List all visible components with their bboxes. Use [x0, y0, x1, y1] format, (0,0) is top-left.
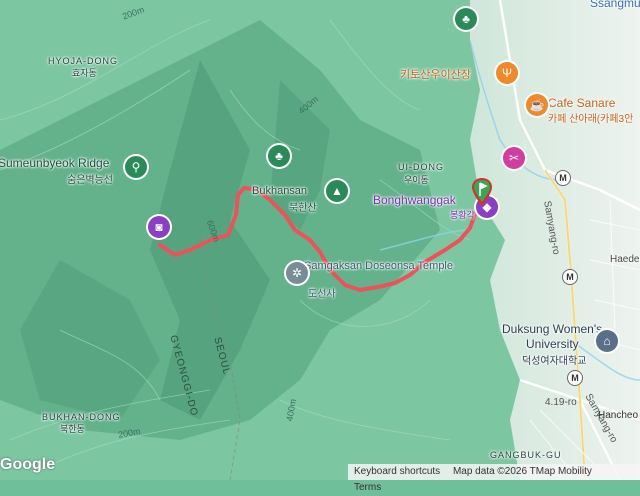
terms-link[interactable]: Terms: [354, 482, 381, 493]
place-label-bukhansan: Bukhansan: [252, 185, 308, 197]
mountain-icon[interactable]: ▲: [326, 180, 348, 202]
place-label-haedeung: Haedeu: [610, 254, 640, 265]
camera-icon[interactable]: ◙: [148, 216, 170, 238]
place-label-gangbuk-gu: GANGBUK-GU: [490, 450, 562, 460]
keyboard-shortcuts-link[interactable]: Keyboard shortcuts: [354, 466, 440, 477]
place-label-hyoja: HYOJA-DONG: [48, 56, 119, 66]
metro-icon[interactable]: M: [556, 171, 570, 185]
hiking-icon[interactable]: ⚲: [125, 156, 147, 178]
place-label-doseonsa-ko: 도선사: [308, 289, 336, 300]
route-end-flag[interactable]: [472, 178, 492, 208]
attribution-bar: Keyboard shortcuts Map data ©2026 TMap M…: [348, 464, 640, 493]
place-label-sumeunbyeok-ko: 숨은벽능선: [67, 175, 113, 186]
temple-icon[interactable]: ✲: [286, 262, 308, 284]
place-label-ssangmun: Ssangmun: [590, 0, 640, 10]
place-label-ui-dong: UI-DONG: [398, 162, 444, 172]
place-label-cafe-sanare-ko: 카페 산아래(카페3안: [548, 114, 634, 125]
shopping-icon[interactable]: ✂: [503, 147, 525, 169]
place-label-doseonsa: Samgaksan Doseonsa Temple: [304, 260, 453, 272]
place-label-hancheon: Hancheo: [598, 410, 639, 421]
place-label-bukhan-dong-ko: 북한동: [60, 424, 85, 434]
metro-icon[interactable]: M: [568, 371, 582, 385]
place-label-duksung-2: University: [526, 337, 579, 351]
road-label-419: 4.19-ro: [545, 397, 577, 408]
cafe-icon[interactable]: ☕: [526, 94, 548, 116]
restaurant-icon[interactable]: Ψ: [496, 62, 518, 84]
place-label-sumeunbyeok: Sumeunbyeok Ridge: [0, 156, 110, 170]
place-label-hyoja-ko: 효자동: [72, 68, 97, 78]
park-icon[interactable]: ♣: [455, 8, 477, 30]
place-label-cafe-sanare: Cafe Sanare: [548, 96, 616, 110]
university-icon[interactable]: ⌂: [596, 330, 618, 352]
place-label-duksung: Duksung Women's: [502, 322, 603, 336]
place-label-bukhansan-ko: 북한산: [289, 203, 317, 214]
place-label-bonghwanggak-ko: 봉황각: [450, 210, 475, 220]
place-label-bukhan-dong: BUKHAN-DONG: [42, 412, 121, 422]
place-label-ui-dong-ko: 우이동: [404, 175, 429, 185]
place-label-kitosan: 키토산우이산장: [400, 69, 471, 81]
metro-icon[interactable]: M: [563, 270, 577, 284]
google-logo[interactable]: Google: [0, 456, 55, 474]
park-icon[interactable]: ♣: [268, 145, 290, 167]
place-label-bonghwanggak: Bonghwanggak: [373, 193, 456, 207]
place-label-duksung-ko: 덕성여자대학교: [522, 356, 587, 367]
map-data-attribution: Map data ©2026 TMap Mobility: [452, 466, 592, 477]
